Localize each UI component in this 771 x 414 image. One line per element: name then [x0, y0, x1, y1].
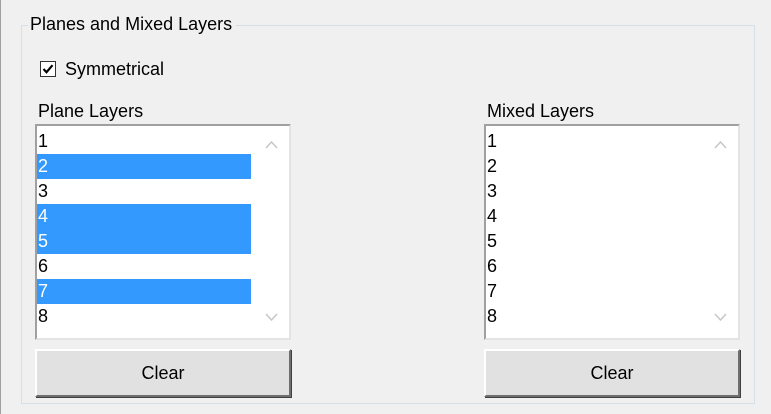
window-edge: [0, 0, 1, 414]
plane-layers-clear-button[interactable]: Clear: [35, 349, 291, 397]
symmetrical-label: Symmetrical: [65, 59, 165, 79]
mixed-layers-clear-button[interactable]: Clear: [484, 349, 740, 397]
plane-layers-scrollbar[interactable]: [253, 126, 289, 338]
chevron-down-icon[interactable]: [265, 313, 278, 322]
list-item[interactable]: 1: [37, 129, 251, 154]
mixed-layers-scrollbar[interactable]: [702, 126, 738, 338]
chevron-up-icon[interactable]: [265, 140, 278, 149]
list-item[interactable]: 7: [37, 279, 251, 304]
group-title: Planes and Mixed Layers: [28, 12, 237, 36]
list-item[interactable]: 4: [37, 204, 251, 229]
chevron-up-icon[interactable]: [714, 140, 727, 149]
list-item[interactable]: 1: [486, 129, 700, 154]
list-item[interactable]: 4: [486, 204, 700, 229]
list-item[interactable]: 8: [486, 304, 700, 329]
mixed-layers-label: Mixed Layers: [487, 101, 595, 121]
plane-layers-listbox[interactable]: 1 2 3 4 5 6 7 8: [35, 124, 291, 340]
list-item[interactable]: 5: [486, 229, 700, 254]
mixed-layers-listbox[interactable]: 1 2 3 4 5 6 7 8: [484, 124, 740, 340]
list-item[interactable]: 7: [486, 279, 700, 304]
list-item[interactable]: 2: [37, 154, 251, 179]
chevron-down-icon[interactable]: [714, 313, 727, 322]
list-item[interactable]: 8: [37, 304, 251, 329]
checkmark-icon: [42, 64, 54, 74]
list-item[interactable]: 6: [486, 254, 700, 279]
mixed-layers-items: 1 2 3 4 5 6 7 8: [486, 129, 700, 329]
plane-layers-items: 1 2 3 4 5 6 7 8: [37, 129, 251, 329]
plane-layers-label: Plane Layers: [38, 101, 144, 121]
list-item[interactable]: 6: [37, 254, 251, 279]
list-item[interactable]: 5: [37, 229, 251, 254]
list-item[interactable]: 3: [486, 179, 700, 204]
symmetrical-checkbox[interactable]: [40, 61, 56, 77]
list-item[interactable]: 2: [486, 154, 700, 179]
list-item[interactable]: 3: [37, 179, 251, 204]
symmetrical-checkbox-row[interactable]: Symmetrical: [40, 55, 164, 83]
